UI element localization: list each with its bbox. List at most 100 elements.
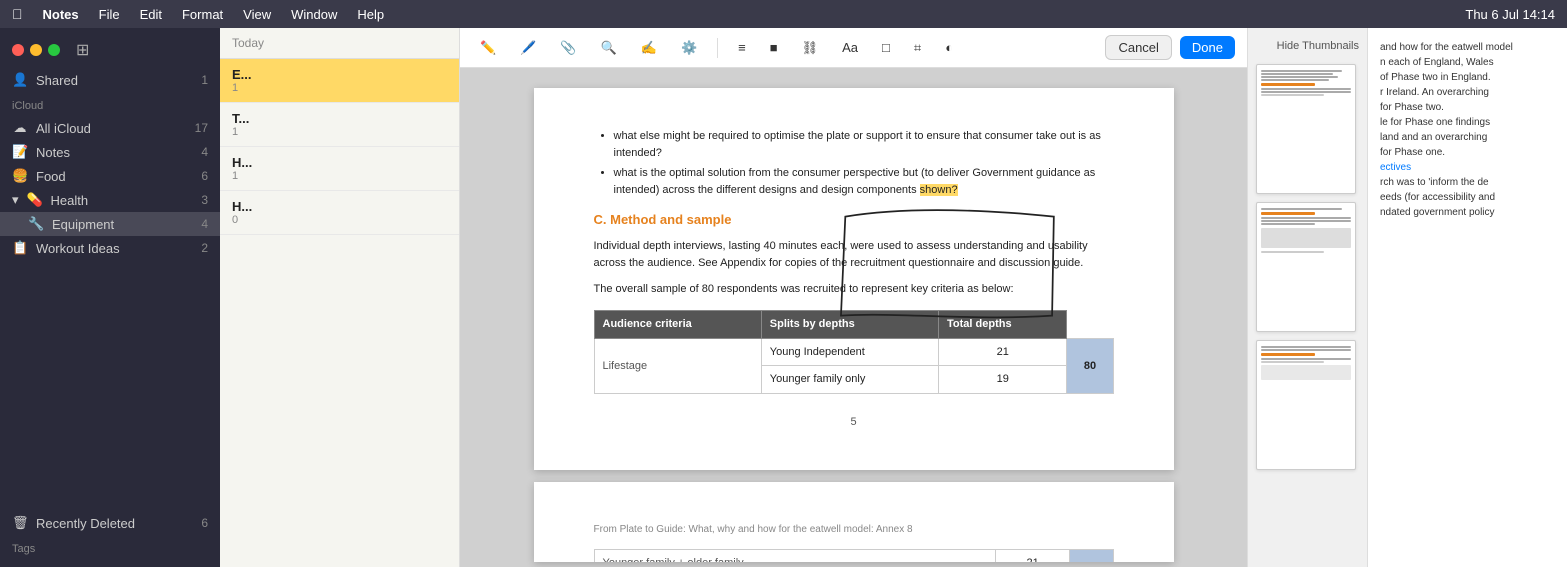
sidebar-item-equipment[interactable]: 🔧 Equipment 4 bbox=[0, 212, 220, 236]
sidebar-all-icloud-count: 17 bbox=[195, 121, 208, 135]
side-text-3: r Ireland. An overarching bbox=[1380, 85, 1555, 100]
side-text-panel: and how for the eatwell model n each of … bbox=[1367, 28, 1567, 567]
side-text-9: rch was to 'inform the de bbox=[1380, 175, 1555, 190]
attachment-tool[interactable]: 📎 bbox=[552, 36, 584, 60]
note-title-1: T... bbox=[232, 111, 447, 126]
thumbnail-2[interactable] bbox=[1256, 202, 1356, 332]
side-link[interactable]: ectives bbox=[1380, 160, 1555, 175]
align-tool[interactable]: ≡ bbox=[730, 36, 754, 59]
menu-help[interactable]: Help bbox=[357, 7, 384, 22]
sidebar-item-shared[interactable]: 👤 Shared 1 bbox=[0, 68, 220, 92]
traffic-lights bbox=[12, 44, 60, 56]
sidebar-item-workout[interactable]: 📋 Workout Ideas 2 bbox=[0, 236, 220, 260]
col-header-audience: Audience criteria bbox=[594, 311, 761, 339]
health-icon: 💊 bbox=[27, 192, 43, 208]
sidebar-workout-label: Workout Ideas bbox=[36, 241, 120, 256]
note-list-item-1[interactable]: T... 1 bbox=[220, 103, 459, 147]
note-title-3: H... bbox=[232, 199, 447, 214]
thumbnail-2-inner bbox=[1257, 203, 1355, 331]
hide-thumbnails-btn[interactable]: Hide Thumbnails bbox=[1256, 36, 1359, 56]
split-2: 19 bbox=[939, 366, 1067, 394]
side-text-2: of Phase two in England. bbox=[1380, 70, 1555, 85]
younger-family: Younger family only bbox=[761, 366, 938, 394]
close-button[interactable] bbox=[12, 44, 24, 56]
equipment-icon: 🔧 bbox=[28, 216, 44, 232]
note-list: Today E... 1 T... 1 H... 1 H... 0 bbox=[220, 28, 460, 567]
thumbnails-panel: Hide Thumbnails bbox=[1247, 28, 1367, 567]
menu-file[interactable]: File bbox=[99, 7, 120, 22]
filter-tool[interactable]: ◐ bbox=[937, 36, 961, 59]
sidebar-item-all-icloud[interactable]: ☁ All iCloud 17 bbox=[0, 116, 220, 140]
menu-edit[interactable]: Edit bbox=[140, 7, 162, 22]
col-header-total: Total depths bbox=[939, 311, 1067, 339]
side-text-10: eeds (for accessibility and bbox=[1380, 190, 1555, 205]
menu-format[interactable]: Format bbox=[182, 7, 223, 22]
section-c-heading: C. Method and sample bbox=[594, 210, 1114, 230]
text-format-tool[interactable]: Aa bbox=[834, 36, 866, 59]
icloud-icon: ☁ bbox=[12, 120, 28, 136]
shape-tool[interactable]: □ bbox=[874, 36, 898, 59]
note-title-2: H... bbox=[232, 155, 447, 170]
sidebar-toggle[interactable]: ⊞ bbox=[76, 40, 89, 60]
pen-tool[interactable]: 🖊️ bbox=[512, 36, 544, 60]
menu-bar-left:  Notes File Edit Format View Window Hel… bbox=[12, 6, 384, 22]
color-tool[interactable]: ■ bbox=[762, 36, 786, 59]
pencil-tool[interactable]: ✏️ bbox=[472, 36, 504, 60]
side-text-5: le for Phase one findings bbox=[1380, 115, 1555, 130]
maximize-button[interactable] bbox=[48, 44, 60, 56]
trash-icon: 🗑 bbox=[12, 515, 28, 531]
menu-notes[interactable]: Notes bbox=[43, 7, 79, 22]
sidebar-health-count: 3 bbox=[201, 193, 208, 207]
toolbar: ✏️ 🖊️ 📎 🔍 ✍️ ⚙️ ≡ ■ ⛓ Aa □ ⌗ ◐ Cancel Do… bbox=[460, 28, 1247, 68]
body-text-1: Individual depth interviews, lasting 40 … bbox=[594, 238, 1114, 273]
body-text-2: The overall sample of 80 respondents was… bbox=[594, 281, 1114, 299]
sidebar-item-health[interactable]: ▾ 💊 Health 3 bbox=[0, 188, 220, 212]
page2-table-row: Younger family + older family 21 bbox=[594, 550, 1113, 563]
highlighted-text: shown? bbox=[920, 184, 958, 196]
sidebar-item-food[interactable]: 🍔 Food 6 bbox=[0, 164, 220, 188]
shared-icon: 👤 bbox=[12, 72, 28, 88]
expand-icon: ▾ bbox=[12, 192, 19, 208]
settings-tool[interactable]: ⚙️ bbox=[673, 36, 705, 60]
page-1: what else might be required to optimise … bbox=[534, 88, 1174, 470]
col-header-splits: Splits by depths bbox=[761, 311, 938, 339]
bullet-item-0: what else might be required to optimise … bbox=[614, 128, 1114, 161]
food-icon: 🍔 bbox=[12, 168, 28, 184]
sidebar-notes-count: 4 bbox=[201, 145, 208, 159]
menu-bar-right: Thu 6 Jul 14:14 bbox=[1465, 7, 1555, 22]
apple-menu[interactable]:  bbox=[12, 6, 23, 22]
note-title-0: E... bbox=[232, 67, 447, 82]
link-tool[interactable]: ⛓ bbox=[794, 36, 827, 60]
done-button[interactable]: Done bbox=[1180, 36, 1235, 59]
bullet-list: what else might be required to optimise … bbox=[594, 128, 1114, 198]
side-text-6: land and an overarching bbox=[1380, 130, 1555, 145]
sidebar-item-notes[interactable]: 📝 Notes 4 bbox=[0, 140, 220, 164]
menu-view[interactable]: View bbox=[243, 7, 271, 22]
note-list-item-0[interactable]: E... 1 bbox=[220, 59, 459, 103]
cancel-button[interactable]: Cancel bbox=[1105, 35, 1171, 60]
crop-tool[interactable]: ⌗ bbox=[906, 36, 929, 60]
signature-tool[interactable]: ✍️ bbox=[633, 36, 665, 60]
note-list-item-2[interactable]: H... 1 bbox=[220, 147, 459, 191]
minimize-button[interactable] bbox=[30, 44, 42, 56]
page2-row-label: Younger family + older family bbox=[594, 550, 996, 563]
side-text-7: for Phase one. bbox=[1380, 145, 1555, 160]
sidebar-item-recently-deleted[interactable]: 🗑 Recently Deleted 6 bbox=[0, 511, 220, 535]
menu-window[interactable]: Window bbox=[291, 7, 337, 22]
pages-area[interactable]: what else might be required to optimise … bbox=[460, 68, 1247, 567]
split-1: 21 bbox=[939, 338, 1067, 366]
note-list-item-3[interactable]: H... 0 bbox=[220, 191, 459, 235]
thumbnail-1[interactable] bbox=[1256, 64, 1356, 194]
sidebar-shared-label: Shared bbox=[36, 73, 78, 88]
sidebar-shared-count: 1 bbox=[201, 73, 208, 87]
note-date-0: 1 bbox=[232, 82, 447, 94]
side-text-0: and how for the eatwell model bbox=[1380, 40, 1555, 55]
thumbnail-3[interactable] bbox=[1256, 340, 1356, 470]
page-number-1: 5 bbox=[594, 414, 1114, 431]
note-list-header: Today bbox=[220, 28, 459, 59]
search-tool[interactable]: 🔍 bbox=[593, 36, 625, 60]
sidebar-food-count: 6 bbox=[201, 169, 208, 183]
toolbar-right: Cancel Done bbox=[1105, 35, 1235, 60]
note-date-1: 1 bbox=[232, 126, 447, 138]
menu-bar:  Notes File Edit Format View Window Hel… bbox=[0, 0, 1567, 28]
